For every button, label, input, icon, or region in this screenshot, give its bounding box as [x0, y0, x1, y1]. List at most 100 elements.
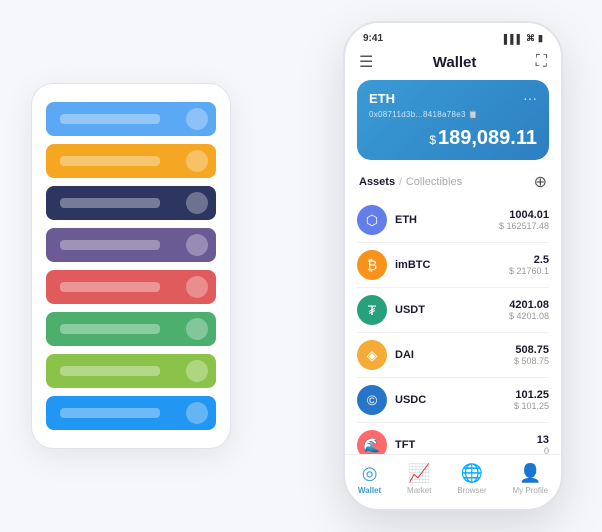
nav-icon-profile: 👤	[519, 463, 541, 484]
asset-name: DAI	[395, 349, 514, 361]
main-phone: 9:41 ▌▌▌ ⌘ ▮ ☰ Wallet ⛶ ETH ··· 0x08711d…	[343, 21, 563, 511]
card-strip-icon	[186, 318, 208, 340]
status-time: 9:41	[363, 33, 383, 44]
menu-icon[interactable]: ☰	[359, 52, 373, 72]
asset-usd: $ 101.25	[514, 401, 549, 411]
asset-values: 101.25$ 101.25	[514, 389, 549, 411]
card-strip-text	[60, 366, 160, 376]
asset-name: USDC	[395, 394, 514, 406]
asset-values: 1004.01$ 162517.48	[499, 209, 549, 231]
eth-card-more[interactable]: ···	[523, 90, 537, 106]
asset-name: ETH	[395, 214, 499, 226]
asset-amount: 101.25	[514, 389, 549, 401]
card-strip[interactable]	[46, 186, 216, 220]
asset-usd: 0	[537, 446, 549, 454]
card-strip-icon	[186, 234, 208, 256]
expand-icon[interactable]: ⛶	[536, 53, 547, 71]
nav-label-wallet: Wallet	[358, 486, 381, 495]
card-strip-text	[60, 156, 160, 166]
asset-row[interactable]: ⬡ ETH1004.01$ 162517.48	[357, 198, 549, 243]
nav-icon-wallet: ◎	[362, 463, 378, 484]
nav-item-profile[interactable]: 👤 My Profile	[513, 463, 549, 495]
nav-label-market: Market	[407, 486, 431, 495]
card-strip-text	[60, 282, 160, 292]
asset-row[interactable]: ₮ USDT4201.08$ 4201.08	[357, 288, 549, 333]
asset-values: 4201.08$ 4201.08	[509, 299, 549, 321]
scene: 9:41 ▌▌▌ ⌘ ▮ ☰ Wallet ⛶ ETH ··· 0x08711d…	[11, 11, 591, 521]
asset-icon: ⬡	[357, 205, 387, 235]
card-strip-icon	[186, 276, 208, 298]
status-icons: ▌▌▌ ⌘ ▮	[504, 33, 543, 44]
nav-item-browser[interactable]: 🌐 Browser	[457, 463, 486, 495]
card-strip-text	[60, 324, 160, 334]
battery-icon: ▮	[538, 33, 543, 44]
card-strip-icon	[186, 360, 208, 382]
asset-icon: ©	[357, 385, 387, 415]
asset-amount: 1004.01	[499, 209, 549, 221]
nav-label-browser: Browser	[457, 486, 486, 495]
asset-values: 508.75$ 508.75	[514, 344, 549, 366]
tab-separator: /	[399, 177, 402, 188]
eth-balance-symbol: $	[429, 133, 436, 147]
card-strip[interactable]	[46, 270, 216, 304]
asset-amount: 13	[537, 434, 549, 446]
asset-values: 130	[537, 434, 549, 454]
asset-row[interactable]: © USDC101.25$ 101.25	[357, 378, 549, 423]
asset-usd: $ 162517.48	[499, 221, 549, 231]
asset-name: TFT	[395, 439, 537, 451]
asset-icon: ₮	[357, 295, 387, 325]
card-strip-text	[60, 114, 160, 124]
card-strip-icon	[186, 192, 208, 214]
asset-row[interactable]: ₿ imBTC2.5$ 21760.1	[357, 243, 549, 288]
card-strip[interactable]	[46, 228, 216, 262]
asset-list: ⬡ ETH1004.01$ 162517.48 ₿ imBTC2.5$ 21760.1…	[345, 198, 561, 454]
card-strip-icon	[186, 108, 208, 130]
card-strip-text	[60, 240, 160, 250]
card-strip[interactable]	[46, 144, 216, 178]
nav-item-market[interactable]: 📈 Market	[407, 463, 431, 495]
asset-name: USDT	[395, 304, 509, 316]
asset-name: imBTC	[395, 259, 509, 271]
card-strip-icon	[186, 402, 208, 424]
nav-label-profile: My Profile	[513, 486, 549, 495]
phone-header: ☰ Wallet ⛶	[345, 48, 561, 80]
card-strip-text	[60, 408, 160, 418]
wifi-icon: ⌘	[526, 33, 535, 44]
status-bar: 9:41 ▌▌▌ ⌘ ▮	[345, 23, 561, 48]
eth-card[interactable]: ETH ··· 0x08711d3b...8418a78e3 📋 $189,08…	[357, 80, 549, 160]
card-strip[interactable]	[46, 102, 216, 136]
nav-icon-market: 📈	[408, 463, 430, 484]
asset-icon: ◈	[357, 340, 387, 370]
eth-balance-amount: 189,089.11	[438, 127, 537, 149]
asset-values: 2.5$ 21760.1	[509, 254, 549, 276]
assets-tabs: Assets / Collectibles	[359, 176, 462, 188]
eth-card-top: ETH ···	[369, 90, 537, 106]
asset-usd: $ 508.75	[514, 356, 549, 366]
asset-amount: 508.75	[514, 344, 549, 356]
eth-address: 0x08711d3b...8418a78e3 📋	[369, 110, 537, 119]
signal-icon: ▌▌▌	[504, 34, 523, 44]
add-asset-button[interactable]: ⊕	[534, 172, 547, 192]
nav-item-wallet[interactable]: ◎ Wallet	[358, 463, 381, 495]
asset-amount: 2.5	[509, 254, 549, 266]
card-strip[interactable]	[46, 396, 216, 430]
asset-usd: $ 21760.1	[509, 266, 549, 276]
card-strip-icon	[186, 150, 208, 172]
card-strip[interactable]	[46, 312, 216, 346]
asset-usd: $ 4201.08	[509, 311, 549, 321]
asset-icon: 🌊	[357, 430, 387, 454]
bottom-nav: ◎ Wallet 📈 Market 🌐 Browser 👤 My Profile	[345, 454, 561, 509]
asset-row[interactable]: 🌊 TFT130	[357, 423, 549, 454]
tab-collectibles[interactable]: Collectibles	[406, 176, 462, 188]
page-title: Wallet	[373, 54, 535, 71]
eth-balance: $189,089.11	[369, 127, 537, 150]
tab-assets[interactable]: Assets	[359, 176, 395, 188]
assets-header: Assets / Collectibles ⊕	[345, 168, 561, 198]
card-strip[interactable]	[46, 354, 216, 388]
asset-row[interactable]: ◈ DAI508.75$ 508.75	[357, 333, 549, 378]
card-list-panel	[31, 83, 231, 449]
asset-icon: ₿	[357, 250, 387, 280]
eth-card-label: ETH	[369, 91, 395, 106]
asset-amount: 4201.08	[509, 299, 549, 311]
nav-icon-browser: 🌐	[461, 463, 483, 484]
